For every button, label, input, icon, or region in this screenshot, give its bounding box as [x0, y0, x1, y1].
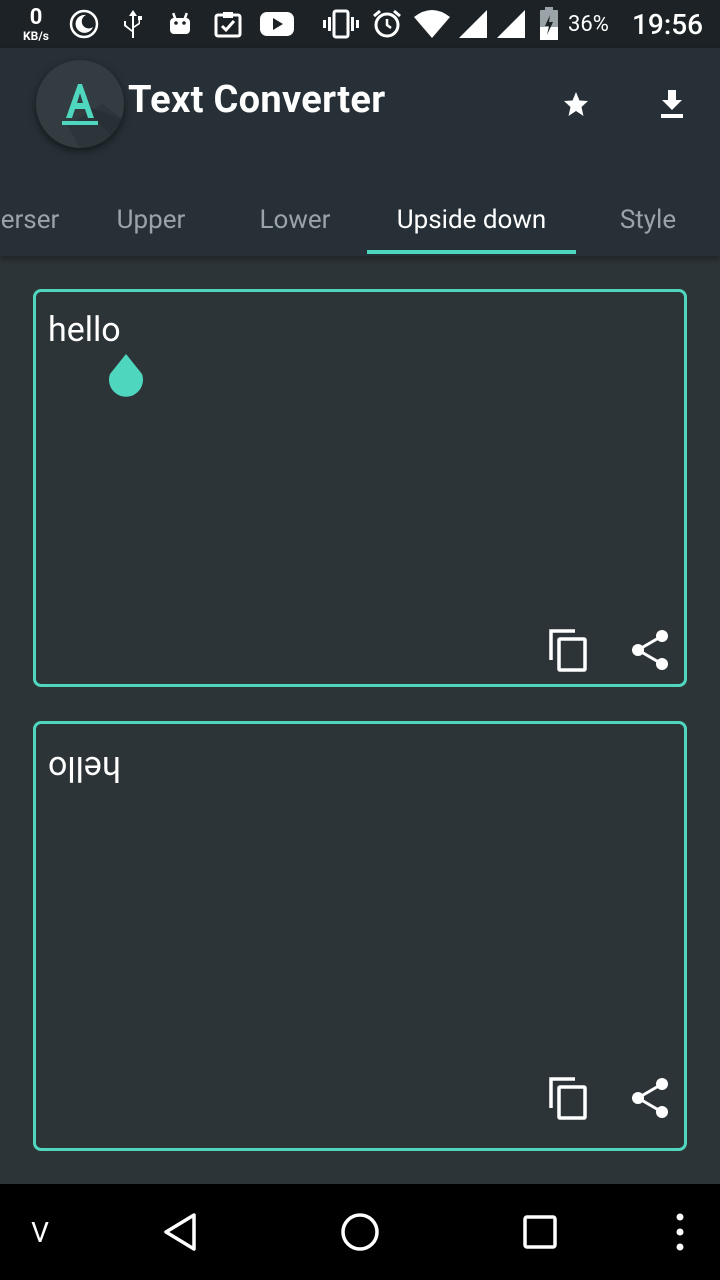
share-icon: [632, 630, 668, 670]
output-text: hello: [48, 748, 121, 788]
copy-icon: [549, 629, 587, 672]
cursor-handle-icon: [109, 354, 143, 397]
copy-button[interactable]: [544, 1074, 592, 1122]
network-speed: 0 KB/s: [16, 0, 56, 48]
clipboard-check-icon: [212, 0, 244, 48]
input-card[interactable]: hello: [33, 289, 687, 687]
app-logo: [36, 60, 124, 148]
share-button[interactable]: [626, 1074, 674, 1122]
home-button[interactable]: [330, 1184, 390, 1280]
download-icon: [661, 90, 683, 118]
tab-label: Style: [619, 205, 677, 235]
text-cursor-handle[interactable]: [106, 352, 146, 402]
app-title: Text Converter: [128, 78, 386, 122]
star-icon: [564, 92, 588, 116]
network-speed-value: 0: [29, 4, 43, 30]
wifi-icon: [412, 0, 452, 48]
signal-icon: [494, 0, 528, 48]
copy-icon: [549, 1077, 587, 1120]
tab-upper[interactable]: Upper: [86, 184, 216, 256]
active-tab-indicator: [367, 250, 576, 254]
keyboard-toggle-button[interactable]: V: [20, 1184, 60, 1280]
battery-icon: [536, 0, 562, 48]
more-vert-icon: [676, 1213, 684, 1251]
share-icon: [632, 1078, 668, 1118]
share-button[interactable]: [626, 626, 674, 674]
tab-lower[interactable]: Lower: [230, 184, 360, 256]
tab-upside-down[interactable]: Upside down: [367, 184, 576, 256]
output-card: hello: [33, 721, 687, 1151]
tab-style[interactable]: Style: [590, 184, 706, 256]
tab-label: erser: [0, 205, 60, 235]
alarm-icon: [370, 0, 404, 48]
overflow-menu-button[interactable]: [660, 1184, 700, 1280]
home-icon: [341, 1213, 379, 1251]
tab-bar: erser Upper Lower Upside down Style: [0, 184, 720, 256]
favorite-button[interactable]: [552, 84, 600, 124]
nav-left-label: V: [31, 1215, 49, 1249]
android-icon: [166, 0, 194, 48]
tab-label: Lower: [259, 205, 331, 235]
moon-icon: [68, 0, 100, 48]
vibrate-icon: [322, 0, 360, 48]
download-button[interactable]: [648, 84, 696, 124]
tab-label: Upper: [116, 205, 186, 235]
tab-label: Upside down: [396, 205, 547, 235]
tab-reverser[interactable]: erser: [0, 184, 70, 256]
clock: 19:56: [632, 7, 704, 41]
app-logo-icon: [62, 84, 124, 148]
network-speed-unit: KB/s: [23, 28, 49, 43]
youtube-icon: [258, 0, 296, 48]
status-bar: 0 KB/s 36% 19:56: [0, 0, 720, 48]
usb-icon: [118, 0, 148, 48]
app-bar: Text Converter erser Upper Lower Upside …: [0, 48, 720, 256]
back-icon: [164, 1213, 196, 1251]
back-button[interactable]: [150, 1184, 210, 1280]
recents-icon: [523, 1215, 557, 1249]
copy-button[interactable]: [544, 626, 592, 674]
recents-button[interactable]: [510, 1184, 570, 1280]
battery-percent: 36%: [568, 11, 609, 37]
navigation-bar: V: [0, 1184, 720, 1280]
signal-icon: [456, 0, 490, 48]
input-text-field[interactable]: hello: [48, 310, 121, 350]
